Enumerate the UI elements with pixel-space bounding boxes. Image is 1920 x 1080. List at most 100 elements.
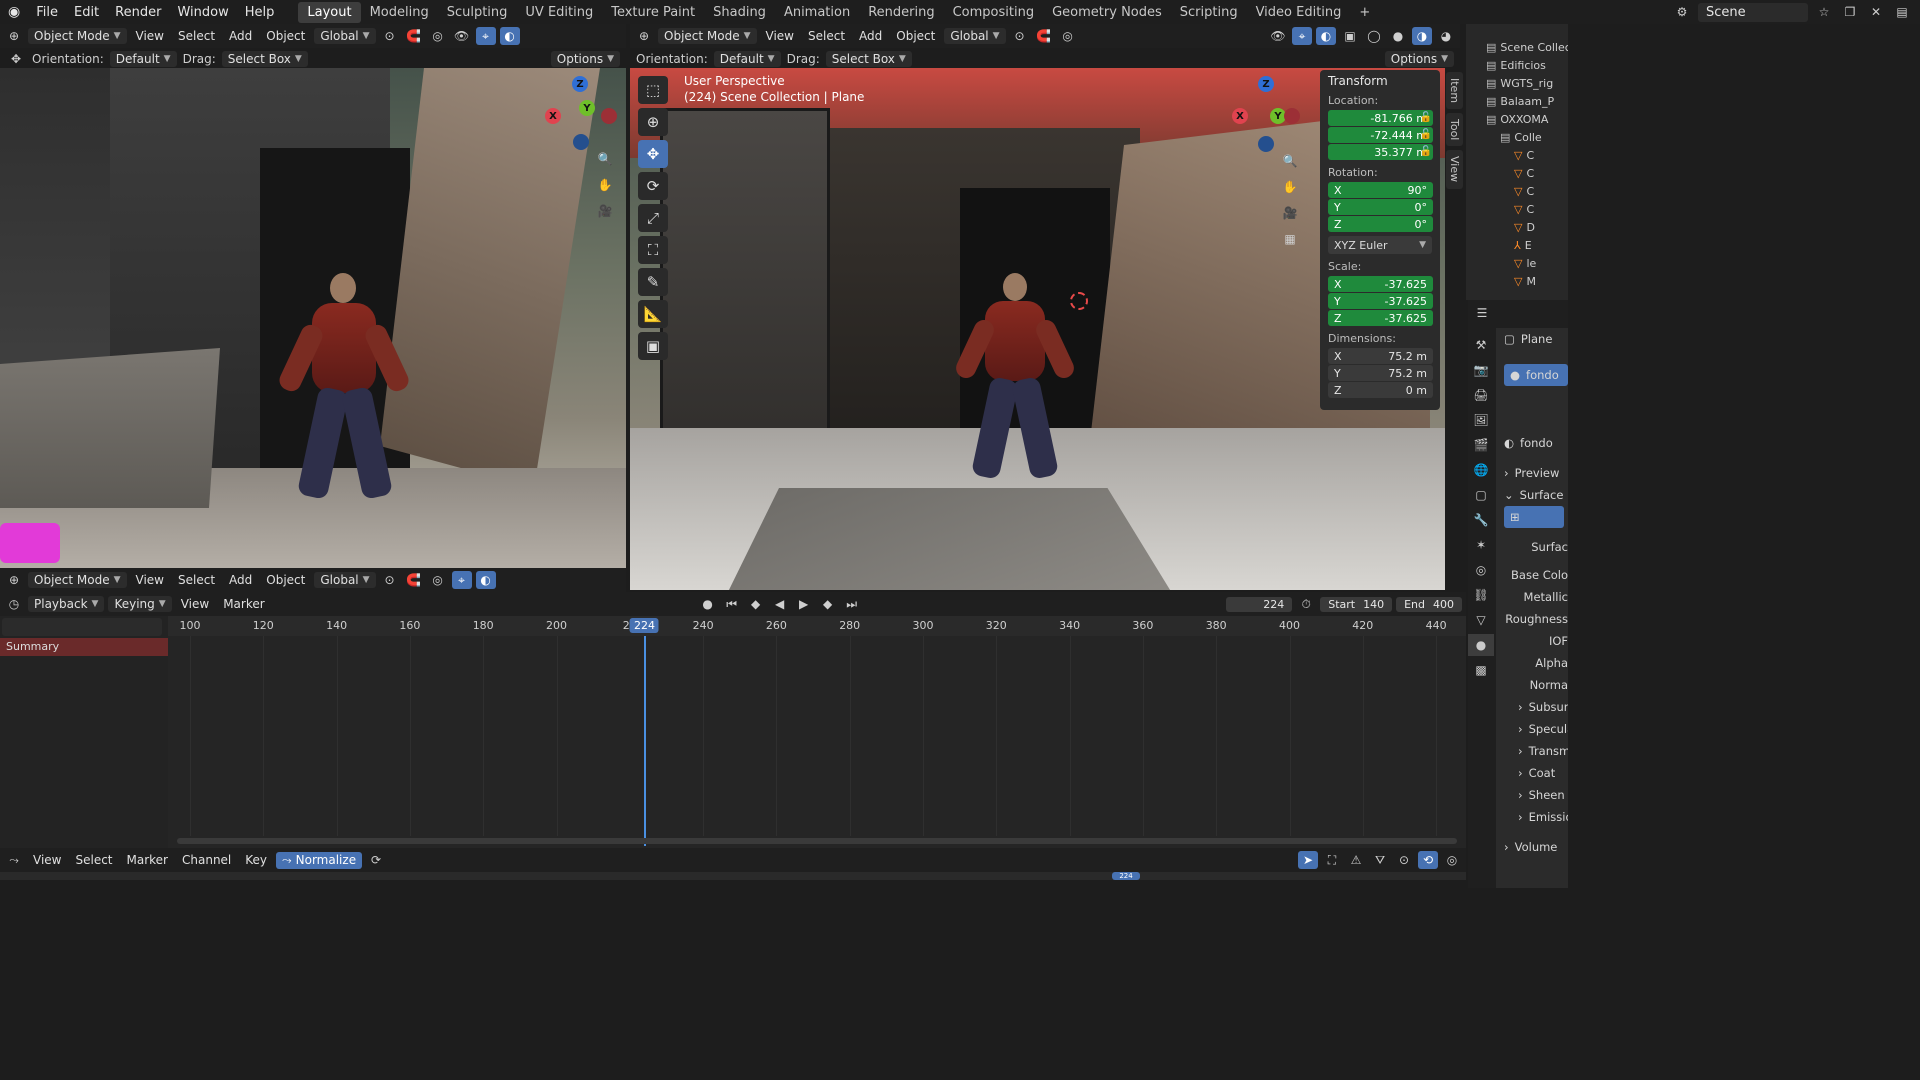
gizmo-neg-x-axis[interactable] — [1284, 108, 1300, 124]
solid-shading-icon[interactable]: ● — [1388, 27, 1408, 45]
left-orientation-dropdown[interactable]: Default ▼ — [109, 51, 177, 67]
overlay-toggle-icon[interactable]: ◐ — [475, 571, 496, 589]
workspace-tab-rendering[interactable]: Rendering — [859, 2, 943, 23]
panel-surface[interactable]: ⌄ Surface — [1504, 484, 1568, 506]
xray-icon[interactable]: ▣ — [1340, 27, 1360, 45]
menu-help[interactable]: Help — [237, 5, 283, 20]
outliner-row[interactable]: ▽ C — [1486, 200, 1568, 218]
workspace-tab-geometry-nodes[interactable]: Geometry Nodes — [1043, 2, 1171, 23]
tool-tab-icon[interactable]: ⚒ — [1468, 334, 1494, 356]
scale-x-field[interactable]: X -37.625 — [1328, 276, 1433, 292]
gizmo-z-axis[interactable]: Z — [1258, 76, 1274, 92]
workspace-tab-animation[interactable]: Animation — [775, 2, 859, 23]
panel-emission[interactable]: › Emissio — [1504, 806, 1568, 828]
visibility-icon[interactable]: 👁 — [1268, 27, 1288, 45]
panel-specular[interactable]: › Specula — [1504, 718, 1568, 740]
bottom-menu-view[interactable]: View — [131, 573, 169, 587]
refresh-icon[interactable]: ⟳ — [366, 851, 386, 869]
editor-type-icon[interactable]: ⤳ — [4, 851, 24, 869]
location-x-field[interactable]: -81.766 m — [1328, 110, 1433, 126]
left-viewport-canvas[interactable]: Z Y X 🔍 ✋ 🎥 — [0, 68, 626, 568]
gizmo-neg-x-axis[interactable] — [601, 108, 617, 124]
left-navigation-gizmo[interactable]: Z Y X — [545, 74, 617, 150]
panel-sheen[interactable]: › Sheen — [1504, 784, 1568, 806]
next-keyframe-icon[interactable]: ◆ — [818, 595, 838, 613]
outliner-row[interactable]: ▤ Edificios — [1486, 56, 1568, 74]
pan-hand-icon[interactable]: ✋ — [1280, 178, 1300, 196]
keying-dropdown[interactable]: Keying ▼ — [108, 596, 172, 612]
end-frame-field[interactable]: End 400 — [1396, 596, 1462, 612]
graph-current-frame-indicator[interactable]: 224 — [1112, 872, 1140, 880]
left-transform-orientation-dropdown[interactable]: Global ▼ — [314, 28, 376, 44]
menu-file[interactable]: File — [28, 5, 66, 20]
measure-tool-icon[interactable]: 📐 — [638, 300, 668, 328]
editor-type-icon[interactable]: ⊕ — [634, 27, 654, 45]
show-hidden-icon[interactable]: ⛶ — [1322, 851, 1342, 869]
right-menu-select[interactable]: Select — [803, 29, 850, 43]
render-tab-icon[interactable]: 📷 — [1468, 359, 1494, 381]
play-icon[interactable]: ▶ — [794, 595, 814, 613]
outliner-row[interactable]: ▽ M — [1486, 272, 1568, 290]
gizmo-toggle-icon[interactable]: ⌖ — [1292, 27, 1312, 45]
left-object-mode-dropdown[interactable]: Object Mode ▼ — [28, 28, 127, 44]
outliner-row[interactable]: ▤ Balaam_P — [1486, 92, 1568, 110]
timeline-scrollbar[interactable] — [177, 838, 1457, 844]
gizmo-neg-z-axis[interactable] — [1258, 136, 1274, 152]
panel-subsurface[interactable]: › Subsurf — [1504, 696, 1568, 718]
3d-cursor-icon[interactable] — [1070, 292, 1088, 310]
pivot-icon[interactable]: ⊙ — [1394, 851, 1414, 869]
transform-panel-title[interactable]: Transform — [1320, 70, 1440, 92]
sidebar-tab-view[interactable]: View — [1446, 150, 1463, 189]
jump-end-icon[interactable]: ⏭ — [842, 595, 862, 613]
editor-type-icon[interactable]: ☰ — [1472, 304, 1492, 322]
workspace-tab-scripting[interactable]: Scripting — [1171, 2, 1247, 23]
workspace-tab-uv-editing[interactable]: UV Editing — [516, 2, 602, 23]
pivot-icon[interactable]: ⊙ — [380, 571, 400, 589]
right-navigation-gizmo[interactable]: Z Y X — [1230, 74, 1300, 152]
location-y-field[interactable]: -72.444 m — [1328, 127, 1433, 143]
left-menu-view[interactable]: View — [131, 29, 169, 43]
filter-icon[interactable]: ⛛ — [1370, 851, 1390, 869]
zoom-icon[interactable]: 🔍 — [1280, 152, 1300, 170]
view-layer-tab-icon[interactable]: 🖼 — [1468, 409, 1494, 431]
proportional-edit-icon[interactable]: ◎ — [428, 571, 448, 589]
menu-window[interactable]: Window — [169, 5, 236, 20]
rotation-y-field[interactable]: Y 0° — [1328, 199, 1433, 215]
snap-icon[interactable]: 🧲 — [404, 571, 424, 589]
graph-menu-select[interactable]: Select — [70, 853, 117, 867]
jump-start-icon[interactable]: ⏮ — [722, 595, 742, 613]
rendered-shading-icon[interactable]: ◕ — [1436, 27, 1456, 45]
normalize-toggle[interactable]: ⤳ Normalize — [276, 851, 363, 869]
ortho-grid-icon[interactable]: ▦ — [1280, 230, 1300, 248]
timeline-menu-view[interactable]: View — [176, 597, 214, 611]
outliner-row[interactable]: ▤ OXXOMA — [1486, 110, 1568, 128]
scene-icon[interactable]: ⚙ — [1672, 3, 1692, 21]
scale-z-field[interactable]: Z -37.625 — [1328, 310, 1433, 326]
transform-tool-icon[interactable]: ⛶ — [638, 236, 668, 264]
scale-y-field[interactable]: Y -37.625 — [1328, 293, 1433, 309]
constraints-tab-icon[interactable]: ⛓ — [1468, 584, 1494, 606]
pivot-icon[interactable]: ⊙ — [1010, 27, 1030, 45]
pan-hand-icon[interactable]: ✋ — [595, 176, 615, 194]
outliner-row[interactable]: ▽ C — [1486, 164, 1568, 182]
start-frame-field[interactable]: Start 140 — [1320, 596, 1393, 612]
current-frame-marker[interactable]: 224 — [629, 618, 659, 633]
outliner-row[interactable]: ▽ D — [1486, 218, 1568, 236]
channel-search-input[interactable] — [2, 618, 162, 636]
dimension-x-field[interactable]: X 75.2 m — [1328, 348, 1433, 364]
left-drag-dropdown[interactable]: Select Box ▼ — [221, 51, 308, 67]
right-drag-dropdown[interactable]: Select Box ▼ — [825, 51, 912, 67]
panel-volume[interactable]: › Volume — [1504, 836, 1568, 858]
right-options-dropdown[interactable]: Options ▼ — [1384, 51, 1454, 67]
editor-type-icon[interactable]: ⊕ — [4, 27, 24, 45]
outliner-row[interactable]: ▤ Colle — [1486, 128, 1568, 146]
overlay-toggle-icon[interactable]: ◐ — [499, 27, 520, 45]
right-menu-add[interactable]: Add — [854, 29, 887, 43]
summary-channel[interactable]: Summary — [0, 638, 168, 656]
graph-menu-marker[interactable]: Marker — [122, 853, 173, 867]
rotation-mode-dropdown[interactable]: XYZ Euler ▼ — [1328, 236, 1432, 254]
close-scene-icon[interactable]: ✕ — [1866, 3, 1886, 21]
annotate-tool-icon[interactable]: ✎ — [638, 268, 668, 296]
gizmo-x-axis[interactable]: X — [545, 108, 561, 124]
snap-icon[interactable]: ⟲ — [1418, 851, 1438, 869]
